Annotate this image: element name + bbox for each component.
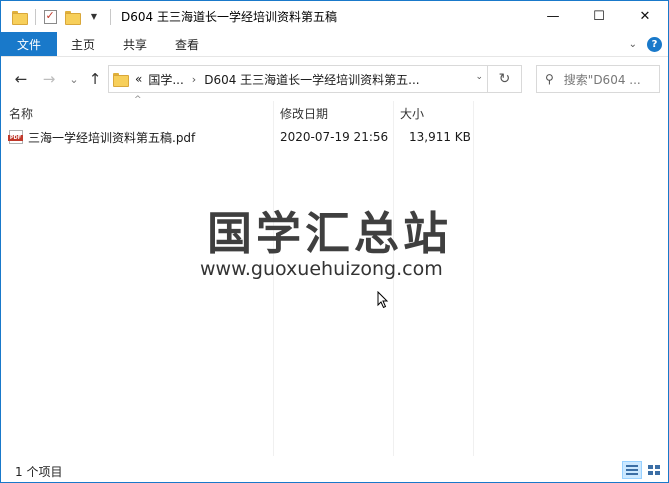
column-header: ^ 名称 修改日期 大小 [1,95,668,125]
column-divider [473,101,474,456]
details-view-icon [626,465,638,475]
close-button[interactable]: ✕ [622,1,668,32]
back-icon[interactable]: ← [10,68,32,90]
window-controls: — ☐ ✕ [530,1,668,32]
folder-icon[interactable] [9,6,29,28]
quick-access-toolbar: ▼ [1,1,115,32]
breadcrumb-item[interactable]: D604 王三海道长一学经培训资料第五... [204,71,419,88]
refresh-button[interactable]: ↻ [488,65,522,93]
new-folder-icon[interactable] [62,6,82,28]
window-title: D604 王三海道长一学经培训资料第五稿 [121,10,337,24]
customize-dropdown-icon[interactable]: ▼ [84,6,104,28]
explorer-window: ▼ D604 王三海道长一学经培训资料第五稿 — ☐ ✕ 文件 主页 共享 查看… [0,0,669,483]
navigation-bar: ← → ⌄ ↑ « 国学... › D604 王三海道长一学经培训资料第五...… [1,57,668,101]
title-bar: ▼ D604 王三海道长一学经培训资料第五稿 — ☐ ✕ [1,1,668,32]
chevron-down-icon[interactable]: ⌄ [475,72,483,82]
properties-icon[interactable] [40,6,60,28]
sort-ascending-icon: ^ [134,95,142,105]
chevron-right-icon[interactable]: › [192,73,196,86]
tab-file[interactable]: 文件 [1,32,57,56]
file-date: 2020-07-19 21:56 [280,130,389,144]
breadcrumb-overflow[interactable]: « [135,72,142,86]
breadcrumb-item[interactable]: 国学... [148,71,183,88]
column-name[interactable]: 名称 [9,105,33,122]
pdf-icon [8,130,23,144]
details-view-button[interactable] [622,461,642,479]
file-name: 三海一学经培训资料第五稿.pdf [28,130,196,145]
tab-view[interactable]: 查看 [161,32,213,56]
column-date-modified[interactable]: 修改日期 [280,105,328,122]
forward-icon[interactable]: → [38,68,60,90]
mouse-cursor-icon [377,291,389,309]
item-count: 1 个项目 [15,465,63,479]
toolbar-divider [35,8,36,25]
search-placeholder: 搜索"D604 ... [563,72,641,87]
help-icon[interactable]: ? [647,37,662,52]
column-size[interactable]: 大小 [400,105,424,122]
minimize-button[interactable]: — [530,1,576,32]
watermark-url: www.guoxuehuizong.com [200,258,443,280]
search-box[interactable]: ⚲ 搜索"D604 ... [536,65,660,93]
search-icon: ⚲ [545,72,554,86]
file-size: 13,911 KB [409,130,471,144]
tab-home[interactable]: 主页 [57,32,109,56]
address-bar[interactable]: « 国学... › D604 王三海道长一学经培训资料第五... ⌄ [108,65,488,93]
maximize-button[interactable]: ☐ [576,1,622,32]
ribbon-right-controls: ⌄ ? [629,32,662,57]
file-row[interactable]: 三海一学经培训资料第五稿.pdf 2020-07-19 21:56 13,911… [5,127,475,147]
toolbar-divider [110,8,111,25]
up-icon[interactable]: ↑ [84,68,106,90]
watermark-title: 国学汇总站 [207,207,453,260]
ribbon-tabs: 文件 主页 共享 查看 ⌄ ? [1,32,668,57]
folder-icon [113,73,129,87]
status-bar: 1 个项目 [1,459,668,482]
tab-share[interactable]: 共享 [109,32,161,56]
recent-locations-icon[interactable]: ⌄ [63,68,85,90]
large-icons-view-button[interactable] [644,461,664,479]
expand-ribbon-icon[interactable]: ⌄ [629,39,637,50]
large-icons-view-icon [648,465,660,475]
